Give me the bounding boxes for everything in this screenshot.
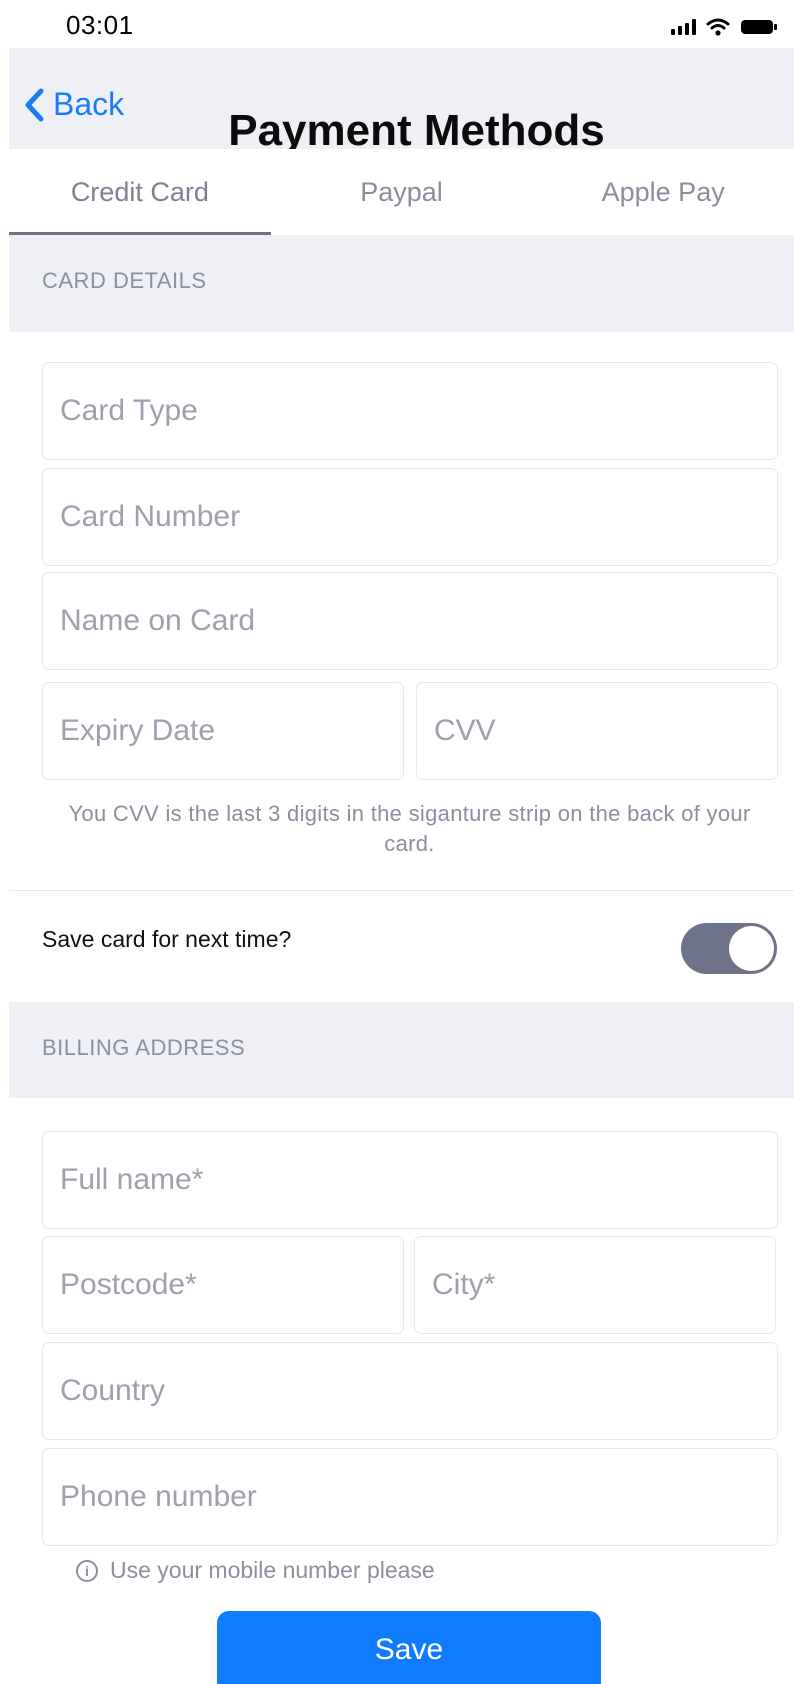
cvv-hint: You CVV is the last 3 digits in the siga… (68, 801, 751, 856)
card-details-title: CARD DETAILS (42, 268, 207, 293)
postcode-field[interactable]: Postcode* (42, 1236, 404, 1334)
status-icons (671, 18, 778, 36)
wifi-icon (706, 18, 730, 36)
card-number-field[interactable]: Card Number (42, 468, 778, 566)
full-name-field[interactable]: Full name* (42, 1131, 778, 1229)
cellular-signal-icon (671, 19, 696, 35)
payment-tabs: Credit Card Paypal Apple Pay (9, 149, 794, 235)
status-bar: 03:01 (9, 0, 794, 48)
save-card-label: Save card for next time? (42, 926, 292, 952)
payment-methods-screen: Back Payment Methods 03:01 Credit Card P… (0, 0, 794, 1684)
info-icon: i (76, 1559, 98, 1582)
phone-number-field[interactable]: Phone number (42, 1448, 778, 1546)
name-on-card-field[interactable]: Name on Card (42, 572, 778, 670)
tab-apple-pay[interactable]: Apple Pay (532, 149, 794, 235)
billing-address-title: BILLING ADDRESS (42, 1035, 246, 1060)
toggle-knob (729, 926, 774, 971)
tab-paypal[interactable]: Paypal (271, 149, 533, 235)
status-time: 03:01 (66, 10, 134, 40)
save-button[interactable]: Save (217, 1611, 601, 1684)
country-field[interactable]: Country (42, 1342, 778, 1440)
card-type-field[interactable]: Card Type (42, 362, 778, 460)
billing-address-header: BILLING ADDRESS (9, 1002, 794, 1098)
cvv-field[interactable]: CVV (416, 682, 778, 780)
divider (9, 890, 794, 891)
phone-hint-text: Use your mobile number please (110, 1557, 435, 1583)
phone-hint: i Use your mobile number please (76, 1557, 435, 1584)
expiry-date-field[interactable]: Expiry Date (42, 682, 404, 780)
city-field[interactable]: City* (414, 1236, 776, 1334)
card-details-header: CARD DETAILS (9, 235, 794, 332)
tab-credit-card[interactable]: Credit Card (9, 149, 271, 235)
battery-icon (740, 18, 778, 36)
save-card-toggle[interactable] (681, 923, 777, 974)
